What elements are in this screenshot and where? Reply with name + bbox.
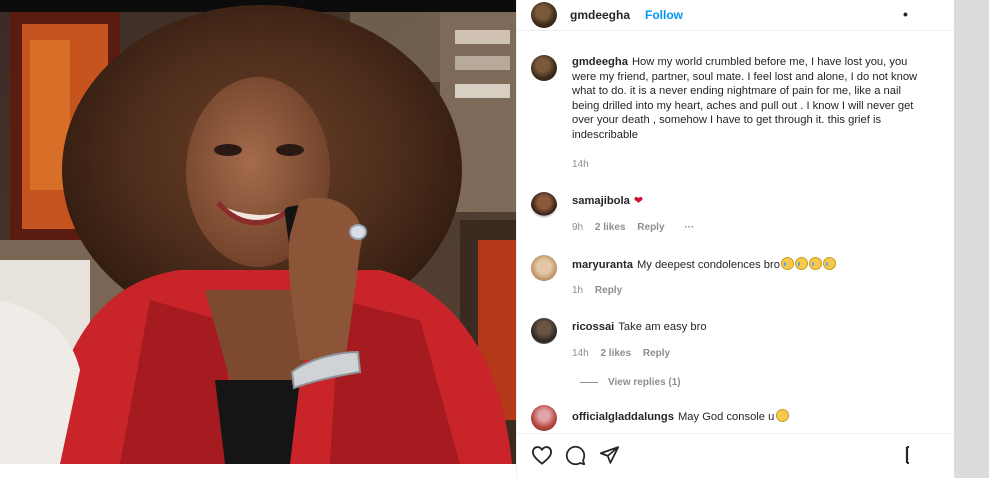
comment-row: ricossai Take am easy bro 14h 2 likes Rep… xyxy=(517,318,954,388)
comment-time[interactable]: 14h xyxy=(572,348,589,359)
comment-meta: 1h Reply xyxy=(572,285,631,296)
comment-text-block: samajibola ❤ xyxy=(572,194,927,209)
comment-likes[interactable]: 2 likes xyxy=(600,348,631,359)
comment-avatar[interactable] xyxy=(531,192,557,218)
view-replies-button[interactable]: View replies (1) xyxy=(580,377,681,388)
paper-plane-icon[interactable] xyxy=(599,445,620,465)
author-username[interactable]: gmdeegha xyxy=(570,8,630,22)
comment-text-block: ricossai Take am easy bro xyxy=(572,320,927,335)
comment-more-icon[interactable]: ··· xyxy=(684,222,694,233)
comment-time[interactable]: 1h xyxy=(572,285,583,296)
comment-reply-button[interactable]: Reply xyxy=(637,222,664,233)
author-avatar[interactable] xyxy=(531,2,557,28)
comment-time[interactable]: 9h xyxy=(572,222,583,233)
comment-username[interactable]: ricossai xyxy=(572,321,614,333)
comment-text: May God console u xyxy=(677,411,775,423)
heart-outline-icon[interactable] xyxy=(531,445,553,465)
comment-username[interactable]: maryuranta xyxy=(572,259,633,271)
comment-meta: 9h 2 likes Reply ··· xyxy=(572,222,703,233)
crying-emoji-icon xyxy=(780,257,836,271)
post-side-panel: gmdeegha Follow • gmdeegha How my world c… xyxy=(517,0,954,478)
comment-username[interactable]: officialgladdalungs xyxy=(572,411,674,423)
post-actions-bar xyxy=(517,433,954,478)
smiling-emoji-icon xyxy=(776,409,790,422)
comment-likes[interactable]: 2 likes xyxy=(595,222,626,233)
comment-reply-button[interactable]: Reply xyxy=(595,285,622,296)
comment-avatar[interactable] xyxy=(531,318,557,344)
comment-text: My deepest condolences bro xyxy=(636,259,780,271)
comment-avatar[interactable] xyxy=(531,405,557,431)
caption-text-block: gmdeegha How my world crumbled before me,… xyxy=(572,55,927,143)
comment-row: maryuranta My deepest condolences bro 1h … xyxy=(517,255,954,299)
caption-time[interactable]: 14h xyxy=(572,159,589,170)
caption-avatar[interactable] xyxy=(531,55,557,81)
caption-username[interactable]: gmdeegha xyxy=(572,56,628,68)
photo-illustration xyxy=(0,0,516,464)
post-photo[interactable] xyxy=(0,0,516,464)
more-options-icon[interactable]: • xyxy=(903,6,908,22)
bookmark-icon[interactable] xyxy=(905,445,913,465)
comment-text-block: officialgladdalungs May God console u xyxy=(572,409,927,425)
comment-row: samajibola ❤ 9h 2 likes Reply ··· xyxy=(517,192,954,236)
post-modal: gmdeegha Follow • gmdeegha How my world c… xyxy=(0,0,954,478)
replies-line xyxy=(580,381,598,383)
comments-list[interactable]: gmdeegha How my world crumbled before me,… xyxy=(517,31,954,433)
follow-button[interactable]: Follow xyxy=(645,8,683,22)
comment-text-block: maryuranta My deepest condolences bro xyxy=(572,257,927,273)
page-scrollbar-area[interactable] xyxy=(954,0,989,478)
caption-row: gmdeegha How my world crumbled before me,… xyxy=(517,55,954,175)
post-header: gmdeegha Follow • xyxy=(517,0,954,31)
caption-meta: 14h xyxy=(572,159,598,170)
comment-text: Take am easy bro xyxy=(618,321,707,333)
comment-bubble-icon[interactable] xyxy=(565,445,586,466)
comment-reply-button[interactable]: Reply xyxy=(643,348,670,359)
view-replies-label: View replies (1) xyxy=(608,377,681,388)
comment-avatar[interactable] xyxy=(531,255,557,281)
red-heart-emoji: ❤ xyxy=(633,195,644,207)
comment-username[interactable]: samajibola xyxy=(572,195,630,207)
comment-meta: 14h 2 likes Reply xyxy=(572,348,679,359)
comment-row: officialgladdalungs May God console u xyxy=(517,405,954,433)
caption-text: How my world crumbled before me, I have … xyxy=(572,56,918,141)
